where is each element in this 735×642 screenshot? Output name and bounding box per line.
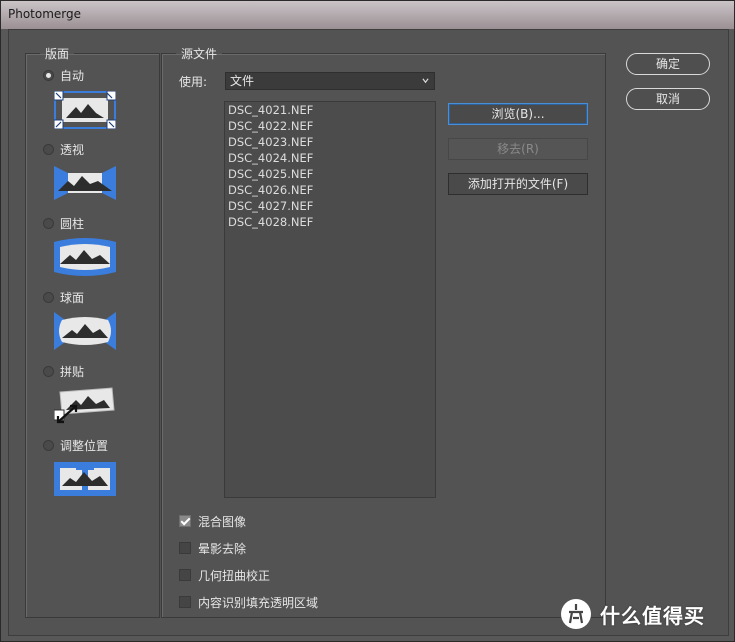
watermark-logo-icon <box>561 599 591 629</box>
window-title: Photomerge <box>8 7 82 21</box>
dialog-body: 版面 自动 透视 圆柱 球面 拼贴 调整位置 源文件 使用: 文件 DSC_40… <box>8 29 729 636</box>
site-watermark: 什么值得买 <box>560 596 730 632</box>
checkbox-blend-images[interactable]: 混合图像 <box>179 513 246 529</box>
radio-indicator[interactable] <box>43 143 54 155</box>
radio-auto[interactable]: 自动 <box>43 67 84 83</box>
collage-layout-icon[interactable] <box>54 386 116 424</box>
checkbox-geometric-distortion[interactable]: 几何扭曲校正 <box>179 567 270 583</box>
add-open-files-button[interactable]: 添加打开的文件(F) <box>448 173 588 195</box>
radio-indicator[interactable] <box>43 439 54 451</box>
checkbox-label: 内容识别填充透明区域 <box>198 595 319 610</box>
checkbox-indicator[interactable] <box>179 515 191 527</box>
checkbox-label: 晕影去除 <box>198 541 247 556</box>
watermark-text: 什么值得买 <box>600 603 705 628</box>
layout-legend: 版面 <box>45 47 70 61</box>
chevron-down-icon <box>422 78 429 84</box>
list-item[interactable]: DSC_4024.NEF <box>225 150 435 166</box>
radio-spherical[interactable]: 球面 <box>43 289 84 305</box>
photomerge-dialog: Photomerge 版面 自动 透视 圆柱 球面 拼贴 调整位置 源文件 使用… <box>0 0 735 642</box>
list-item[interactable]: DSC_4022.NEF <box>225 118 435 134</box>
list-item[interactable]: DSC_4027.NEF <box>225 198 435 214</box>
list-item[interactable]: DSC_4028.NEF <box>225 214 435 230</box>
use-dropdown[interactable]: 文件 <box>225 72 435 90</box>
radio-indicator[interactable] <box>43 69 54 81</box>
checkbox-label: 几何扭曲校正 <box>198 568 271 583</box>
radio-indicator[interactable] <box>43 291 54 303</box>
list-item[interactable]: DSC_4026.NEF <box>225 182 435 198</box>
spherical-layout-icon[interactable] <box>54 312 116 350</box>
radio-label: 球面 <box>60 290 85 305</box>
radio-label: 透视 <box>60 142 85 157</box>
radio-reposition[interactable]: 调整位置 <box>43 437 108 453</box>
source-legend: 源文件 <box>181 47 218 61</box>
cylindrical-layout-icon[interactable] <box>54 238 116 276</box>
auto-layout-icon[interactable] <box>54 91 116 129</box>
checkbox-content-aware-fill[interactable]: 内容识别填充透明区域 <box>179 594 318 610</box>
remove-button[interactable]: 移去(R) <box>448 138 588 160</box>
radio-indicator[interactable] <box>43 365 54 377</box>
radio-cylindrical[interactable]: 圆柱 <box>43 215 84 231</box>
radio-indicator[interactable] <box>43 217 54 229</box>
cancel-button[interactable]: 取消 <box>626 88 710 110</box>
checkbox-indicator[interactable] <box>179 596 191 608</box>
radio-label: 调整位置 <box>60 438 109 453</box>
radio-perspective[interactable]: 透视 <box>43 141 84 157</box>
list-item[interactable]: DSC_4023.NEF <box>225 134 435 150</box>
radio-label: 圆柱 <box>60 216 85 231</box>
radio-collage[interactable]: 拼贴 <box>43 363 84 379</box>
checkbox-indicator[interactable] <box>179 569 191 581</box>
list-item[interactable]: DSC_4025.NEF <box>225 166 435 182</box>
radio-label: 拼贴 <box>60 364 85 379</box>
perspective-layout-icon[interactable] <box>54 164 116 202</box>
checkbox-label: 混合图像 <box>198 514 247 529</box>
list-item[interactable]: DSC_4021.NEF <box>225 102 435 118</box>
title-bar[interactable]: Photomerge <box>1 1 734 29</box>
use-label: 使用: <box>179 75 208 89</box>
use-dropdown-value: 文件 <box>230 74 255 88</box>
checkbox-indicator[interactable] <box>179 542 191 554</box>
file-list[interactable]: DSC_4021.NEF DSC_4022.NEF DSC_4023.NEF D… <box>224 101 436 498</box>
radio-label: 自动 <box>60 68 85 83</box>
ok-button[interactable]: 确定 <box>626 53 710 75</box>
reposition-layout-icon[interactable] <box>54 460 116 498</box>
checkbox-vignette-removal[interactable]: 晕影去除 <box>179 540 246 556</box>
browse-button[interactable]: 浏览(B)... <box>448 103 588 125</box>
